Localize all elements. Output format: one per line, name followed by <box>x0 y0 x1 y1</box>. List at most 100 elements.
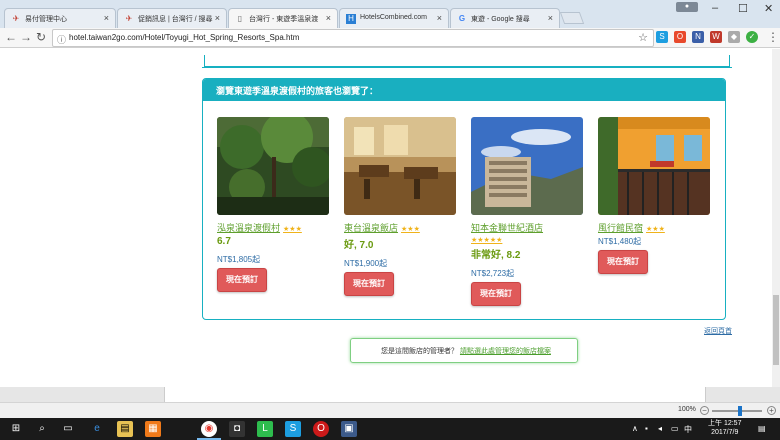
hotel-photo[interactable] <box>344 117 456 215</box>
hotelscombined-icon: H <box>346 14 356 24</box>
chrome-icon[interactable]: ◉ <box>197 421 221 440</box>
zoom-out-icon[interactable]: − <box>700 406 709 415</box>
browser-toolbar: ← → ↻ ⓘ hotel.taiwan2go.com/Hotel/Toyugi… <box>0 28 780 48</box>
zoom-in-icon[interactable]: + <box>767 406 776 415</box>
checkmark-extension-icon[interactable]: ✓ <box>746 31 758 43</box>
book-now-button[interactable]: 現在預訂 <box>344 272 394 296</box>
address-bar[interactable]: ⓘ hotel.taiwan2go.com/Hotel/Toyugi_Hot_S… <box>52 29 654 47</box>
vertical-scrollbar[interactable] <box>772 49 780 387</box>
page-icon: ▯ <box>237 14 243 23</box>
hotel-name-link[interactable]: 泓泉溫泉渡假村 <box>217 223 280 233</box>
hotel-name-link[interactable]: 風行館民宿 <box>598 223 643 233</box>
price: NT$1,805起 <box>217 255 261 264</box>
reload-icon[interactable]: ↻ <box>36 30 46 44</box>
hotel-photo[interactable] <box>217 117 329 215</box>
skype-icon[interactable]: S <box>285 421 301 437</box>
window-close-icon[interactable]: ✕ <box>764 2 773 15</box>
tab-title: 東遊 - Google 搜尋 <box>471 16 530 23</box>
windows-start-icon[interactable]: ⊞ <box>8 421 24 437</box>
also-viewed-section: 瀏覽東遊季溫泉渡假村的旅客也瀏覽了： 泓泉溫泉渡假村 ★★★ 6.7 NT$1,… <box>202 78 726 320</box>
page-content: 瀏覽東遊季溫泉渡假村的旅客也瀏覽了： 泓泉溫泉渡假村 ★★★ 6.7 NT$1,… <box>168 49 736 387</box>
minimize-icon[interactable]: – <box>712 2 718 14</box>
zoom-slider[interactable] <box>712 410 762 412</box>
hotel-photo[interactable] <box>598 117 710 215</box>
star-rating: ★★★★★ <box>471 237 503 244</box>
system-clock[interactable]: 上午 12:57 2017/7/9 <box>708 419 741 437</box>
hotel-photo[interactable] <box>471 117 583 215</box>
battery-icon[interactable]: ▭ <box>671 424 679 433</box>
user-profile-button[interactable]: ● <box>676 2 698 12</box>
scrollbar-thumb[interactable] <box>773 295 779 365</box>
office-extension-icon[interactable]: O <box>674 31 686 43</box>
review-score: 好, 7.0 <box>344 240 374 251</box>
extension-icon[interactable]: ◆ <box>728 31 740 43</box>
camera-icon[interactable]: ◘ <box>229 421 245 437</box>
tab-favicon-icon: ✈ <box>125 14 133 23</box>
speaker-icon[interactable]: ◂ <box>658 424 662 433</box>
windows-taskbar: ⊞ ⌕ ▭ e ▤ ▦ ◉ ◘ L S O ▣ ∧ ▪ ◂ ▭ 中 上午 12:… <box>0 418 780 440</box>
page-viewport: 瀏覽東遊季溫泉渡假村的旅客也瀏覽了： 泓泉溫泉渡假村 ★★★ 6.7 NT$1,… <box>0 49 772 387</box>
review-score: 6.7 <box>217 236 231 247</box>
price: NT$1,900起 <box>344 259 388 268</box>
book-now-button[interactable]: 現在預訂 <box>598 250 648 274</box>
news-extension-icon[interactable]: N <box>692 31 704 43</box>
search-icon[interactable]: ⌕ <box>34 421 50 437</box>
extension-icon[interactable]: W <box>710 31 722 43</box>
book-now-button[interactable]: 現在預訂 <box>471 282 521 306</box>
clock-date: 2017/7/9 <box>711 429 739 436</box>
app-window-icon[interactable]: ▣ <box>341 421 357 437</box>
hotel-name-link[interactable]: 知本金聯世紀酒店 <box>471 223 543 233</box>
hotel-card: 東台溫泉飯店 ★★★ 好, 7.0 NT$1,900起 現在預訂 <box>344 117 456 296</box>
star-rating: ★★★ <box>401 226 420 233</box>
info-icon: ⓘ <box>57 35 67 45</box>
file-explorer-icon[interactable]: ▤ <box>117 421 133 437</box>
app-icon[interactable]: ▦ <box>145 421 161 437</box>
tab-2[interactable]: ✈ 促銷訊息 | 台灣行 / 搜尋 × <box>117 8 227 28</box>
book-now-button[interactable]: 現在預訂 <box>217 268 267 292</box>
status-bar: 100% − + <box>0 402 780 418</box>
tray-chevron-icon[interactable]: ∧ <box>632 424 638 433</box>
line-app-icon[interactable]: L <box>257 421 273 437</box>
ime-icon[interactable]: 中 <box>684 424 692 435</box>
close-icon[interactable]: × <box>548 13 553 23</box>
tab-title: HotelsCombined.com <box>360 14 427 21</box>
zoom-level: 100% <box>678 406 696 413</box>
tab-title: 易付管理中心 <box>25 16 67 23</box>
close-icon[interactable]: × <box>104 13 109 23</box>
menu-icon[interactable]: ⋮ <box>767 30 779 44</box>
forward-arrow-icon[interactable]: → <box>20 30 32 44</box>
hotel-name-link[interactable]: 東台溫泉飯店 <box>344 223 398 233</box>
tab-1[interactable]: ✈ 易付管理中心 × <box>4 8 116 28</box>
previous-section-border <box>204 55 730 67</box>
notification-icon[interactable]: ▤ <box>758 424 766 433</box>
footer-panel <box>164 387 706 402</box>
hotel-card: 風行館民宿 ★★★ NT$1,480起 現在預訂 <box>598 117 710 274</box>
skype-extension-icon[interactable]: S <box>656 31 668 43</box>
close-icon[interactable]: × <box>437 13 442 23</box>
close-icon[interactable]: × <box>326 13 331 23</box>
tab-strip: ✈ 易付管理中心 × ✈ 促銷訊息 | 台灣行 / 搜尋 × ▯ 台灣行 - 東… <box>0 0 780 29</box>
tab-5[interactable]: G 東遊 - Google 搜尋 × <box>450 8 560 28</box>
tab-4[interactable]: H HotelsCombined.com × <box>339 8 449 28</box>
tab-title: 台灣行 - 東遊季溫泉渡 <box>249 16 319 23</box>
task-view-icon[interactable]: ▭ <box>60 421 76 437</box>
clock-time: 上午 12:57 <box>708 420 742 427</box>
section-heading: 瀏覽東遊季溫泉渡假村的旅客也瀏覽了： <box>203 79 725 101</box>
close-icon[interactable]: × <box>215 13 220 23</box>
url-text: hotel.taiwan2go.com/Hotel/Toyugi_Hot_Spr… <box>69 33 300 42</box>
tab-3-active[interactable]: ▯ 台灣行 - 東遊季溫泉渡 × <box>228 8 338 29</box>
zoom-slider-knob[interactable] <box>738 406 742 416</box>
network-icon[interactable]: ▪ <box>645 424 648 433</box>
back-arrow-icon[interactable]: ← <box>5 30 17 44</box>
maximize-icon[interactable]: ☐ <box>738 2 748 15</box>
price: NT$1,480起 <box>598 237 642 246</box>
bookmark-star-icon[interactable]: ☆ <box>638 31 648 44</box>
manage-property-link[interactable]: 請點選此處管理您的飯店檔案 <box>460 348 551 355</box>
owner-question: 您是這間飯店的管理者？ <box>381 348 458 355</box>
review-score: 非常好, 8.2 <box>471 250 521 261</box>
new-tab-button[interactable] <box>559 12 585 24</box>
price: NT$2,723起 <box>471 269 515 278</box>
edge-browser-icon[interactable]: e <box>89 421 105 437</box>
opera-icon[interactable]: O <box>313 421 329 437</box>
back-to-top-link[interactable]: 返回頁首 <box>704 326 732 336</box>
